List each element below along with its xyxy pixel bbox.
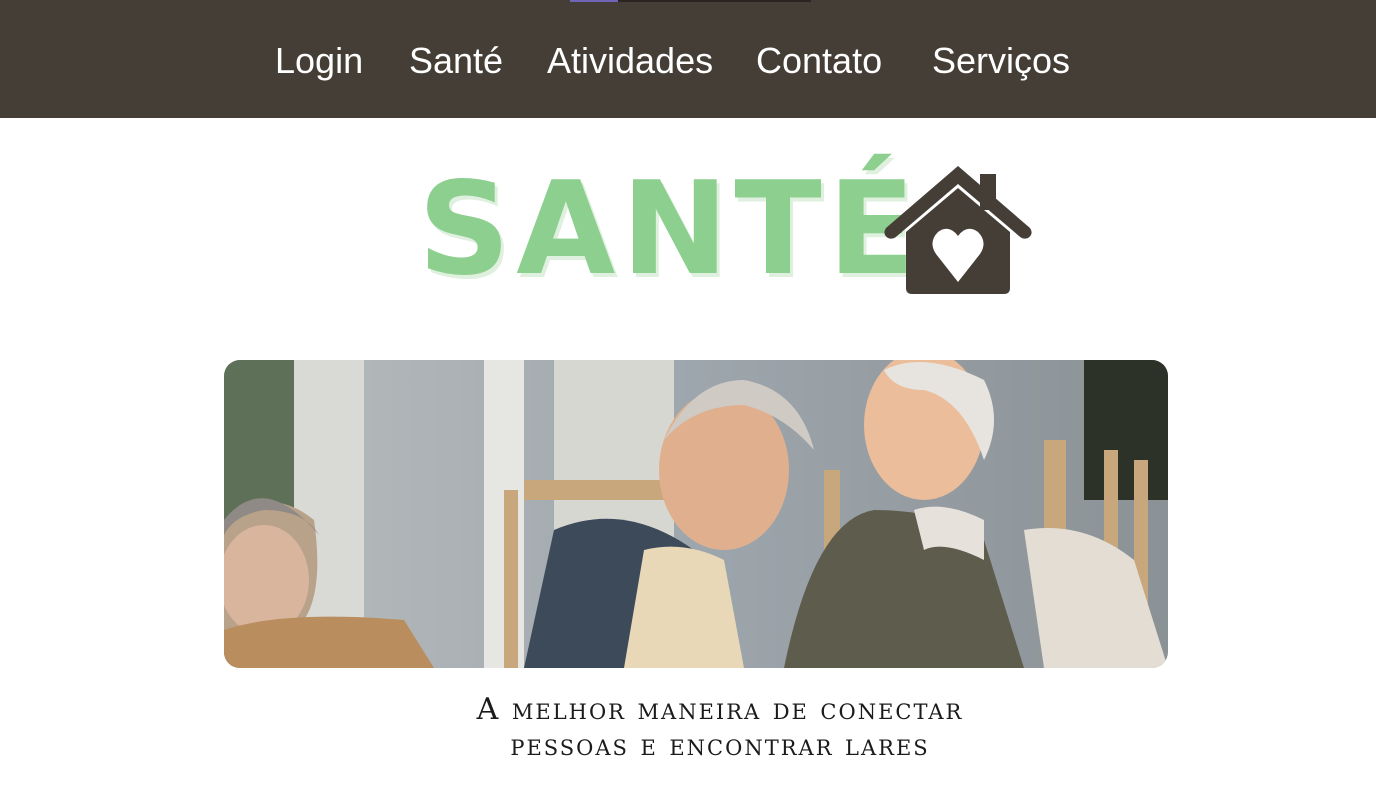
house-heart-icon	[884, 166, 1032, 294]
tagline: A melhor maneira de conectar pessoas e e…	[380, 692, 1060, 764]
top-navigation-bar: Login Santé Atividades Contato Serviços	[0, 0, 1376, 118]
nav-item-login[interactable]: Login	[275, 38, 363, 84]
nav-item-atividades[interactable]: Atividades	[547, 38, 713, 84]
tagline-line-2: pessoas e encontrar lares	[510, 728, 930, 763]
header-accent-line	[570, 0, 811, 2]
nav-item-servicos[interactable]: Serviços	[932, 38, 1070, 84]
hero-photo	[224, 360, 1168, 668]
brand-logo: SANTÉ	[410, 140, 1050, 305]
main-nav: Login Santé Atividades Contato Serviços	[0, 38, 1376, 84]
tagline-line-1: A melhor maneira de conectar	[476, 692, 964, 727]
nav-item-contato[interactable]: Contato	[756, 38, 882, 84]
brand-wordmark: SANTÉ	[418, 155, 922, 304]
nav-item-sante[interactable]: Santé	[409, 38, 503, 84]
header-accent-segment	[570, 0, 618, 2]
hero-image	[224, 360, 1168, 668]
